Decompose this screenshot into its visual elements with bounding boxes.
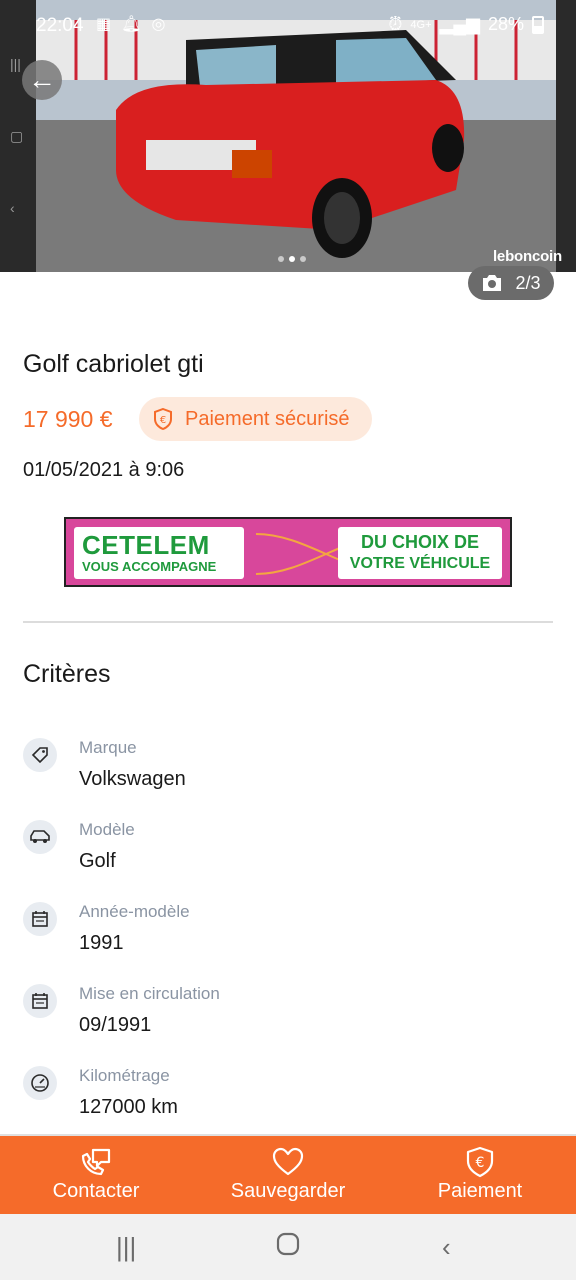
divider: [23, 621, 553, 623]
notification-icon: ▦: [96, 16, 112, 33]
phone-chat-icon: [81, 1148, 111, 1176]
gallery-dot-active: [289, 256, 295, 262]
criteria-label: Marque: [79, 738, 137, 757]
system-navigation-bar: ||| ‹: [0, 1214, 576, 1280]
payment-label: Paiement: [437, 1180, 523, 1202]
alarm-icon: ⏰︎: [388, 14, 403, 34]
gallery-dots: [278, 256, 306, 262]
shield-euro-icon: €: [466, 1146, 494, 1178]
network-type: 4G+: [410, 18, 432, 31]
criteria-item-registration: Mise en circulation 09/1991: [23, 984, 543, 1054]
gauge-icon: [23, 1066, 57, 1100]
arrow-left-icon: ←: [28, 64, 56, 95]
calendar-icon: [23, 902, 57, 936]
criteria-value: 1991: [79, 932, 124, 954]
recent-apps-button[interactable]: |||: [116, 1232, 136, 1263]
contact-button[interactable]: Contacter: [36, 1136, 156, 1216]
ad-brand: CETELEM: [82, 530, 210, 560]
whatsapp-icon: ◎: [151, 16, 166, 33]
status-system-icons: ⏰︎ 4G+ ▂▄▆ 28%: [388, 14, 544, 35]
listing-date: 01/05/2021 à 9:06: [23, 459, 185, 481]
gallery-dot: [278, 256, 284, 262]
criteria-label: Kilométrage: [79, 1066, 170, 1085]
gallery-dot: [300, 256, 306, 262]
ad-line-1: DU CHOIX DE: [360, 532, 479, 552]
criteria-item-model: Modèle Golf: [23, 820, 543, 890]
ad-brand-sub: VOUS ACCOMPAGNE: [82, 559, 217, 574]
secure-payment-label: Paiement sécurisé: [185, 407, 350, 430]
listing-price: 17 990 €: [23, 406, 113, 432]
criteria-title: Critères: [23, 660, 111, 688]
status-bar: 22:04 ▦ 🔔︎ ◎ ⏰︎ 4G+ ▂▄▆ 28%: [0, 0, 576, 50]
heart-icon: [272, 1147, 304, 1176]
payment-button[interactable]: € Paiement: [424, 1136, 536, 1216]
action-bar: Contacter Sauvegarder € Paiement: [0, 1134, 576, 1214]
criteria-value: 09/1991: [79, 1014, 152, 1036]
leboncoin-watermark: leboncoin: [492, 248, 562, 265]
svg-text:€: €: [160, 415, 166, 426]
photo-gallery[interactable]: ||| ▢ ‹ 22:04 ▦ 🔔︎ ◎ ⏰︎ 4G+ ▂▄▆ 28% ← le…: [0, 0, 576, 272]
svg-text:€: €: [476, 1155, 485, 1171]
ad-line-2: VOTRE VÉHICULE: [349, 555, 491, 572]
criteria-label: Année-modèle: [79, 902, 190, 921]
status-time: 22:04: [36, 15, 84, 36]
photo-counter[interactable]: 2/3: [468, 266, 554, 300]
criteria-item-mileage: Kilométrage 127000 km: [23, 1066, 543, 1136]
signal-icon: ▂▄▆: [439, 14, 480, 34]
status-notification-icons: ▦ 🔔︎ ◎: [96, 14, 165, 34]
shield-euro-icon: €: [154, 408, 172, 430]
criteria-item-brand: Marque Volkswagen: [23, 738, 543, 808]
back-small-icon[interactable]: ‹: [10, 200, 15, 216]
home-button[interactable]: [276, 1232, 300, 1263]
ad-message-box: DU CHOIX DE VOTRE VÉHICULE: [338, 527, 502, 579]
ad-brand-box: CETELEM VOUS ACCOMPAGNE: [74, 527, 244, 579]
photo-counter-text: 2/3: [515, 272, 541, 293]
camera-icon: [483, 275, 502, 291]
criteria-label: Modèle: [79, 820, 135, 839]
criteria-item-model-year: Année-modèle 1991: [23, 902, 543, 972]
criteria-label: Mise en circulation: [79, 984, 220, 1003]
criteria-value: 127000 km: [79, 1096, 178, 1118]
battery-percent: 28%: [487, 14, 524, 34]
back-button[interactable]: ←: [22, 60, 62, 100]
car-icon: [23, 820, 57, 854]
home-icon: [276, 1232, 300, 1256]
save-button[interactable]: Sauvegarder: [218, 1136, 358, 1216]
ad-banner[interactable]: CETELEM VOUS ACCOMPAGNE DU CHOIX DE VOTR…: [64, 517, 512, 587]
save-label: Sauvegarder: [230, 1180, 346, 1202]
listing-title: Golf cabriolet gti: [23, 350, 204, 378]
secure-payment-badge[interactable]: € Paiement sécurisé: [139, 397, 372, 441]
bell-icon: 🔔︎: [121, 16, 142, 33]
home-icon[interactable]: ▢: [10, 128, 23, 145]
criteria-value: Volkswagen: [79, 768, 186, 790]
battery-icon: [532, 15, 544, 34]
calendar-icon: [23, 984, 57, 1018]
criteria-value: Golf: [79, 850, 116, 872]
tag-icon: [23, 738, 57, 772]
recent-apps-icon[interactable]: |||: [10, 56, 21, 72]
contact-label: Contacter: [52, 1180, 140, 1202]
back-nav-button[interactable]: ‹: [442, 1232, 451, 1263]
